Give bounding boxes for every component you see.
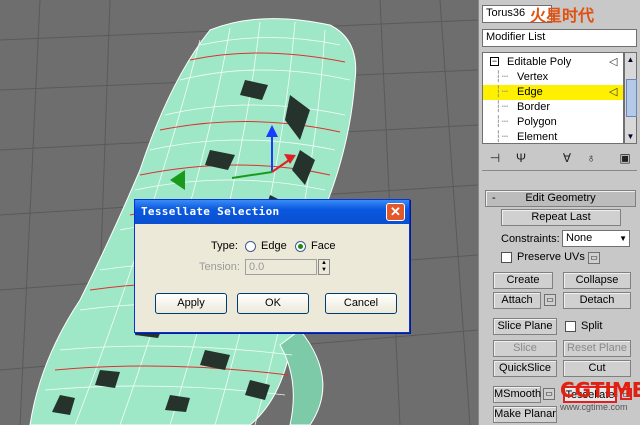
remove-modifier-icon[interactable]: ♁ xyxy=(583,150,599,166)
collapse-icon[interactable]: − xyxy=(490,57,499,66)
close-icon[interactable]: ✕ xyxy=(386,203,405,221)
msmooth-button[interactable]: MSmooth xyxy=(493,386,541,403)
dialog-title: Tessellate Selection xyxy=(141,205,280,218)
light-bulb-icon[interactable]: ◁ xyxy=(609,55,617,70)
edit-geometry-rollout-header[interactable]: - Edit Geometry xyxy=(485,190,636,207)
stack-item-editable-poly[interactable]: − Editable Poly ◁ xyxy=(483,55,623,70)
modifier-stack[interactable]: − Editable Poly ◁ ┆┄ Vertex ┆┄ Edge ◁ ┆┄ Bo… xyxy=(482,52,624,144)
constraints-dropdown[interactable]: None ▼ xyxy=(562,230,630,247)
stack-scrollbar[interactable]: ▲ ▼ xyxy=(624,52,637,144)
type-edge-radio[interactable] xyxy=(245,241,256,252)
type-face-radio[interactable] xyxy=(295,241,306,252)
apply-button[interactable]: Apply xyxy=(155,293,227,314)
watermark-logo-bottom: CGTIME xyxy=(560,378,640,402)
divider xyxy=(482,170,637,171)
stack-item-polygon[interactable]: ┆┄ Polygon xyxy=(483,115,623,130)
make-planar-button[interactable]: Make Planar xyxy=(493,406,557,423)
dialog-titlebar[interactable]: Tessellate Selection ✕ xyxy=(135,200,409,224)
cut-button[interactable]: Cut xyxy=(563,360,631,377)
type-label: Type: xyxy=(211,240,238,252)
stack-item-border[interactable]: ┆┄ Border xyxy=(483,100,623,115)
watermark-url: www.cgtime.com xyxy=(560,402,628,412)
scroll-up-icon[interactable]: ▲ xyxy=(626,54,635,65)
slice-plane-button[interactable]: Slice Plane xyxy=(493,318,557,335)
msmooth-settings-icon[interactable]: ▭ xyxy=(543,388,555,400)
slice-button[interactable]: Slice xyxy=(493,340,557,357)
tension-field[interactable]: 0.0 xyxy=(245,259,317,275)
repeat-last-button[interactable]: Repeat Last xyxy=(501,209,621,226)
make-unique-icon[interactable]: ∀ xyxy=(559,150,575,166)
attach-settings-icon[interactable]: ▭ xyxy=(544,294,556,306)
preserve-uvs-checkbox[interactable] xyxy=(501,252,512,263)
show-end-result-icon[interactable]: Ψ xyxy=(513,150,529,166)
pin-stack-icon[interactable]: ⊣ xyxy=(487,150,503,166)
viewport-perspective[interactable]: Tessellate Selection ✕ Type: Edge Face T… xyxy=(0,0,478,425)
stack-item-edge[interactable]: ┆┄ Edge ◁ xyxy=(483,85,623,100)
tension-label: Tension: xyxy=(199,261,240,273)
type-face-label[interactable]: Face xyxy=(311,240,335,252)
stack-item-element[interactable]: ┆┄ Element xyxy=(483,130,623,145)
stack-item-vertex[interactable]: ┆┄ Vertex xyxy=(483,70,623,85)
configure-sets-icon[interactable]: ▣ xyxy=(617,150,633,166)
cancel-button[interactable]: Cancel xyxy=(325,293,397,314)
preserve-uvs-label[interactable]: Preserve UVs xyxy=(517,251,585,263)
chevron-down-icon: ▼ xyxy=(619,234,627,243)
modifier-list-dropdown[interactable]: Modifier List xyxy=(482,29,637,47)
split-checkbox[interactable] xyxy=(565,321,576,332)
scroll-thumb[interactable] xyxy=(626,79,637,117)
detach-button[interactable]: Detach xyxy=(563,292,631,309)
watermark-logo-top: 火星时代 xyxy=(530,6,595,25)
tessellate-selection-dialog[interactable]: Tessellate Selection ✕ Type: Edge Face T… xyxy=(134,199,410,333)
command-panel: Torus36 Modifier List − Editable Poly ◁ … xyxy=(478,0,640,425)
create-button[interactable]: Create xyxy=(493,272,553,289)
type-edge-label[interactable]: Edge xyxy=(261,240,287,252)
split-label[interactable]: Split xyxy=(581,320,602,332)
collapse-button[interactable]: Collapse xyxy=(563,272,631,289)
constraints-label: Constraints: xyxy=(501,233,560,245)
light-bulb-icon[interactable]: ◁ xyxy=(609,85,617,100)
ok-button[interactable]: OK xyxy=(237,293,309,314)
modifier-list-label: Modifier List xyxy=(486,31,546,43)
quickslice-button[interactable]: QuickSlice xyxy=(493,360,557,377)
attach-button[interactable]: Attach xyxy=(493,292,541,309)
preserve-uvs-settings-icon[interactable]: ▭ xyxy=(588,252,600,264)
scroll-down-icon[interactable]: ▼ xyxy=(626,131,635,142)
reset-plane-button[interactable]: Reset Plane xyxy=(563,340,631,357)
tension-spinner[interactable]: ▲ ▼ xyxy=(318,259,330,275)
